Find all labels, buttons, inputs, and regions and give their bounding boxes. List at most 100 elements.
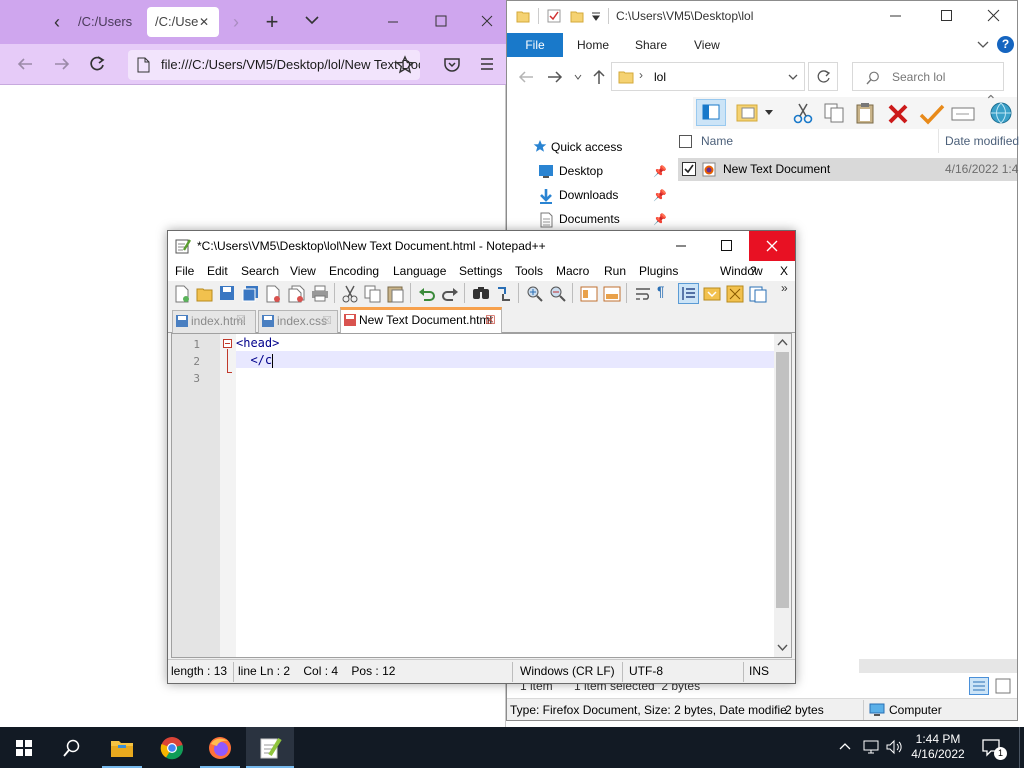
start-button[interactable] xyxy=(0,727,48,768)
tab-scroll-left-icon[interactable]: ‹ xyxy=(43,8,71,36)
notification-center-icon[interactable]: 1 xyxy=(982,739,1007,760)
fold-collapse-icon[interactable] xyxy=(223,339,232,348)
menu-run[interactable]: Run xyxy=(598,261,632,281)
bookmark-star-icon[interactable] xyxy=(395,55,415,75)
code-editor[interactable]: 1 2 3 <head> </c xyxy=(171,333,792,658)
column-header-name[interactable]: Name xyxy=(701,134,733,148)
show-all-characters-icon[interactable]: ¶ xyxy=(657,283,665,299)
maximize-icon[interactable] xyxy=(720,239,734,253)
paste-icon[interactable] xyxy=(855,101,877,125)
volume-icon[interactable] xyxy=(885,739,905,755)
cut-icon[interactable] xyxy=(342,285,358,303)
close-icon[interactable] xyxy=(480,14,494,28)
sync-horizontal-icon[interactable] xyxy=(603,285,621,303)
tab-close-icon[interactable]: ✕ xyxy=(199,7,209,37)
layout-icon[interactable] xyxy=(736,102,762,124)
cut-icon[interactable] xyxy=(793,102,813,124)
taskbar-firefox[interactable] xyxy=(196,727,244,768)
find-icon[interactable] xyxy=(472,285,490,302)
reload-icon[interactable] xyxy=(88,55,106,73)
select-all-checkbox[interactable] xyxy=(679,135,692,148)
taskbar-notepadpp[interactable] xyxy=(246,727,294,768)
taskbar-file-explorer[interactable] xyxy=(98,727,146,768)
menu-tools[interactable]: Tools xyxy=(509,261,549,281)
nav-item-desktop[interactable]: Desktop xyxy=(559,164,603,178)
help-icon[interactable]: ? xyxy=(997,36,1014,53)
close-icon[interactable] xyxy=(987,9,1001,23)
scroll-thumb[interactable] xyxy=(776,352,789,608)
open-file-icon[interactable] xyxy=(196,285,214,303)
doc-tab-active[interactable]: New Text Document.html ☒ xyxy=(340,307,502,333)
new-tab-icon[interactable]: + xyxy=(258,8,286,36)
checkmark-icon[interactable] xyxy=(919,103,945,125)
menu-view[interactable]: View xyxy=(284,261,322,281)
details-view-icon[interactable] xyxy=(969,677,989,695)
address-dropdown-icon[interactable] xyxy=(788,73,798,81)
menu-macro[interactable]: Macro xyxy=(550,261,595,281)
menu-search[interactable]: Search xyxy=(235,261,285,281)
menu-plugins[interactable]: Plugins xyxy=(633,261,684,281)
toolbar-overflow-icon[interactable]: » xyxy=(781,281,788,295)
search-button[interactable] xyxy=(48,727,96,768)
ribbon-tab-file[interactable]: File xyxy=(507,33,563,57)
delete-icon[interactable] xyxy=(887,103,909,125)
new-file-icon[interactable] xyxy=(174,285,190,303)
menu-icon[interactable] xyxy=(479,57,495,71)
ribbon-tab-share[interactable]: Share xyxy=(622,33,680,57)
expand-ribbon-icon[interactable] xyxy=(977,40,989,50)
copy-icon[interactable] xyxy=(364,285,382,303)
address-bar[interactable]: › lol xyxy=(611,62,805,91)
row-checkbox[interactable] xyxy=(682,162,696,176)
maximize-icon[interactable] xyxy=(434,14,448,28)
tab-close-icon[interactable]: ☒ xyxy=(485,310,496,330)
layout-dropdown-icon[interactable] xyxy=(765,110,773,116)
globe-icon[interactable] xyxy=(989,101,1013,125)
rename-icon[interactable] xyxy=(951,105,975,123)
search-box[interactable]: Search lol xyxy=(852,62,1004,91)
sync-vertical-icon[interactable] xyxy=(580,285,598,303)
properties-icon[interactable] xyxy=(547,9,561,23)
copy-icon[interactable] xyxy=(823,102,845,124)
file-row-selected[interactable]: New Text Document 4/16/2022 1:4 xyxy=(678,158,1018,181)
back-icon[interactable] xyxy=(16,56,34,72)
firefox-tab-active[interactable]: /C:/Use ✕ xyxy=(147,7,219,37)
undo-icon[interactable] xyxy=(418,286,436,302)
menu-encoding[interactable]: Encoding xyxy=(323,261,385,281)
forward-icon[interactable] xyxy=(547,70,563,84)
network-icon[interactable] xyxy=(862,739,880,755)
firefox-tab[interactable]: /C:/Users xyxy=(70,7,136,37)
menu-settings[interactable]: Settings xyxy=(453,261,508,281)
print-icon[interactable] xyxy=(311,285,329,302)
customize-toolbar-icon[interactable] xyxy=(591,12,601,22)
close-button[interactable] xyxy=(749,231,795,261)
large-icons-view-icon[interactable] xyxy=(995,678,1011,694)
vertical-scrollbar[interactable] xyxy=(774,334,791,657)
clock[interactable]: 1:44 PM 4/16/2022 xyxy=(906,732,970,762)
column-header-date[interactable]: Date modified xyxy=(945,134,1019,148)
function-list-icon[interactable] xyxy=(749,285,767,303)
menu-close-doc[interactable]: X xyxy=(774,261,794,281)
zoom-in-icon[interactable] xyxy=(526,285,544,303)
navigation-pane-button[interactable] xyxy=(696,99,726,126)
ribbon-tab-view[interactable]: View xyxy=(681,33,733,57)
word-wrap-icon[interactable] xyxy=(634,285,652,303)
indent-guide-icon[interactable] xyxy=(678,283,699,304)
save-all-icon[interactable] xyxy=(242,285,260,302)
url-bar[interactable]: file:///C:/Users/VM5/Desktop/lol/New Tex… xyxy=(128,50,420,80)
tab-close-icon[interactable]: ☒ xyxy=(236,313,246,326)
close-file-icon[interactable] xyxy=(265,285,281,303)
close-all-icon[interactable] xyxy=(288,285,306,303)
document-map-icon[interactable] xyxy=(726,285,744,303)
horizontal-scrollbar[interactable] xyxy=(859,659,1017,673)
zoom-out-icon[interactable] xyxy=(549,285,567,303)
tab-close-icon[interactable]: ☒ xyxy=(322,311,332,332)
minimize-icon[interactable] xyxy=(386,14,400,28)
replace-icon[interactable] xyxy=(495,285,513,303)
show-hidden-icons-icon[interactable] xyxy=(838,740,852,752)
minimize-icon[interactable] xyxy=(889,10,903,22)
show-desktop-button[interactable] xyxy=(1019,727,1024,768)
refresh-button[interactable] xyxy=(808,62,838,91)
doc-tab[interactable]: index.css ☒ xyxy=(258,310,338,333)
paste-icon[interactable] xyxy=(387,284,405,303)
nav-item-downloads[interactable]: Downloads xyxy=(559,188,618,202)
